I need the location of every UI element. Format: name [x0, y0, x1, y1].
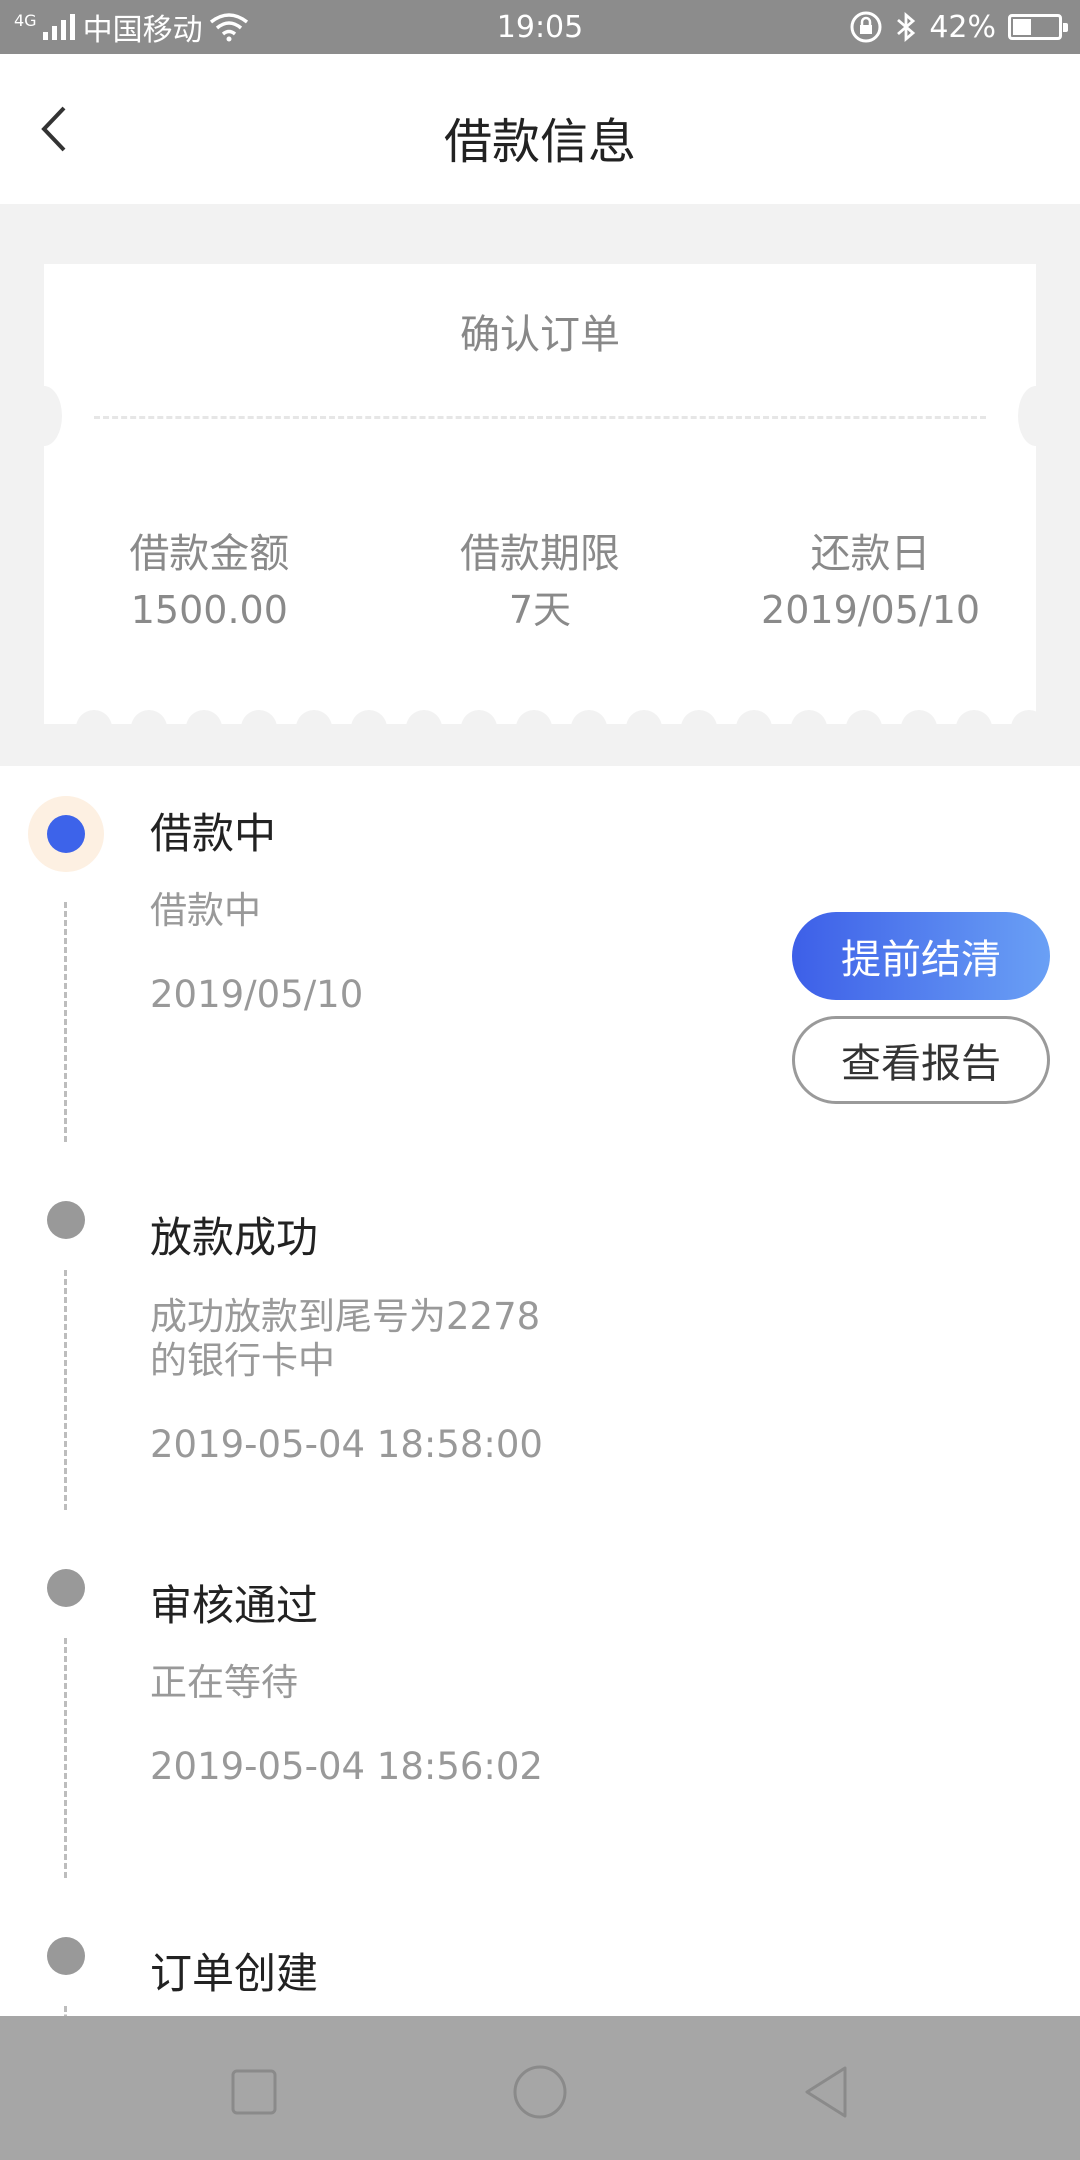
ticket-notch-left [26, 386, 62, 446]
back-nav-button[interactable] [786, 2052, 866, 2132]
repayment-date-label: 还款日 [810, 531, 931, 577]
order-ticket: 确认订单 借款金额 1500.00 借款期限 7天 还款日 2019/05/10 [26, 264, 1054, 724]
battery-level [1013, 19, 1032, 35]
carrier-name: 中国移动 [82, 13, 203, 48]
scallop [516, 710, 552, 724]
scallop [461, 710, 497, 724]
timeline-step-title: 订单创建 [150, 1949, 319, 1998]
battery-percent: 42% [929, 9, 996, 45]
timeline-step-subtitle: 借款中 [150, 889, 261, 932]
loan-amount: 借款金额 1500.00 [44, 526, 375, 638]
scallop [1011, 710, 1036, 724]
loan-timeline: 借款中 借款中 2019/05/10 提前结清 查看报告 放款成功 成功放款到尾… [0, 766, 1080, 2016]
scallop [186, 710, 222, 724]
timeline-dot-wrap [28, 1550, 104, 1626]
ticket-details: 借款金额 1500.00 借款期限 7天 还款日 2019/05/10 [44, 526, 1036, 638]
ticket-notch-right [1018, 386, 1054, 446]
system-nav-bar [0, 2016, 1080, 2160]
scallop [131, 710, 167, 724]
timeline-connector [64, 902, 67, 1142]
scallop [571, 710, 607, 724]
timeline-connector [64, 1270, 67, 1510]
timeline-dot [47, 1937, 85, 1975]
scallop [901, 710, 937, 724]
scallop [296, 710, 332, 724]
timeline-connector [64, 2006, 67, 2016]
ticket-title: 确认订单 [460, 312, 620, 358]
timeline-step-time: 2019-05-04 18:56:02 [150, 1745, 543, 1788]
scallop [626, 710, 662, 724]
timeline-connector [64, 1638, 67, 1878]
home-button[interactable] [500, 2052, 580, 2132]
timeline-step-title: 审核通过 [150, 1581, 319, 1630]
timeline-step-subtitle: 正在等待 [150, 1661, 298, 1704]
scallop [681, 710, 717, 724]
order-summary-area: 确认订单 借款金额 1500.00 借款期限 7天 还款日 2019/05/10 [0, 204, 1080, 766]
early-settle-button[interactable]: 提前结清 [792, 912, 1050, 1000]
square-icon [231, 2069, 277, 2115]
timeline-dot-wrap [28, 1182, 104, 1258]
wifi-icon [209, 13, 248, 42]
ticket-scallop-edge [44, 702, 1036, 724]
network-type: 4G [14, 10, 37, 30]
timeline-dot [47, 1201, 85, 1239]
timeline-dot-active [28, 796, 104, 872]
scallop [956, 710, 992, 724]
status-left: 4G 中国移动 [14, 5, 249, 49]
view-report-button[interactable]: 查看报告 [792, 1016, 1050, 1104]
loan-term: 借款期限 7天 [375, 526, 706, 638]
timeline-step-title: 借款中 [150, 809, 277, 858]
scallop [791, 710, 827, 724]
timeline-step-subtitle-line2: 的银行卡中 [150, 1339, 335, 1382]
timeline-step-subtitle-line1: 成功放款到尾号为2278 [150, 1295, 541, 1338]
loan-amount-value: 1500.00 [130, 588, 288, 632]
bluetooth-icon [897, 11, 916, 43]
scallop [736, 710, 772, 724]
scallop [76, 710, 112, 724]
scallop [351, 710, 387, 724]
timeline-dot [47, 1569, 85, 1607]
battery-icon [1008, 14, 1068, 40]
signal-icon [42, 14, 75, 40]
timeline-dot-wrap [28, 1918, 104, 1994]
recents-button[interactable] [214, 2052, 294, 2132]
loan-amount-label: 借款金额 [129, 531, 290, 577]
repayment-date-value: 2019/05/10 [761, 588, 981, 632]
loan-term-value: 7天 [508, 588, 572, 632]
circle-icon [513, 2065, 567, 2119]
timeline-dot [47, 815, 85, 853]
scallop [846, 710, 882, 724]
scallop [241, 710, 277, 724]
timeline-step-time: 2019/05/10 [150, 973, 364, 1016]
status-right: 42% [849, 9, 1068, 45]
ticket-divider [94, 416, 986, 419]
timeline-step-time: 2019-05-04 18:58:00 [150, 1423, 543, 1466]
loan-term-label: 借款期限 [459, 531, 620, 577]
scallop [406, 710, 442, 724]
page-title: 借款信息 [443, 114, 636, 170]
status-bar: 4G 中国移动 19:05 42% [0, 0, 1080, 54]
timeline-step-title: 放款成功 [150, 1213, 319, 1262]
rotation-lock-icon [850, 11, 882, 43]
repayment-date: 还款日 2019/05/10 [705, 526, 1036, 638]
header: 借款信息 [0, 54, 1080, 204]
triangle-back-icon [805, 2066, 847, 2118]
